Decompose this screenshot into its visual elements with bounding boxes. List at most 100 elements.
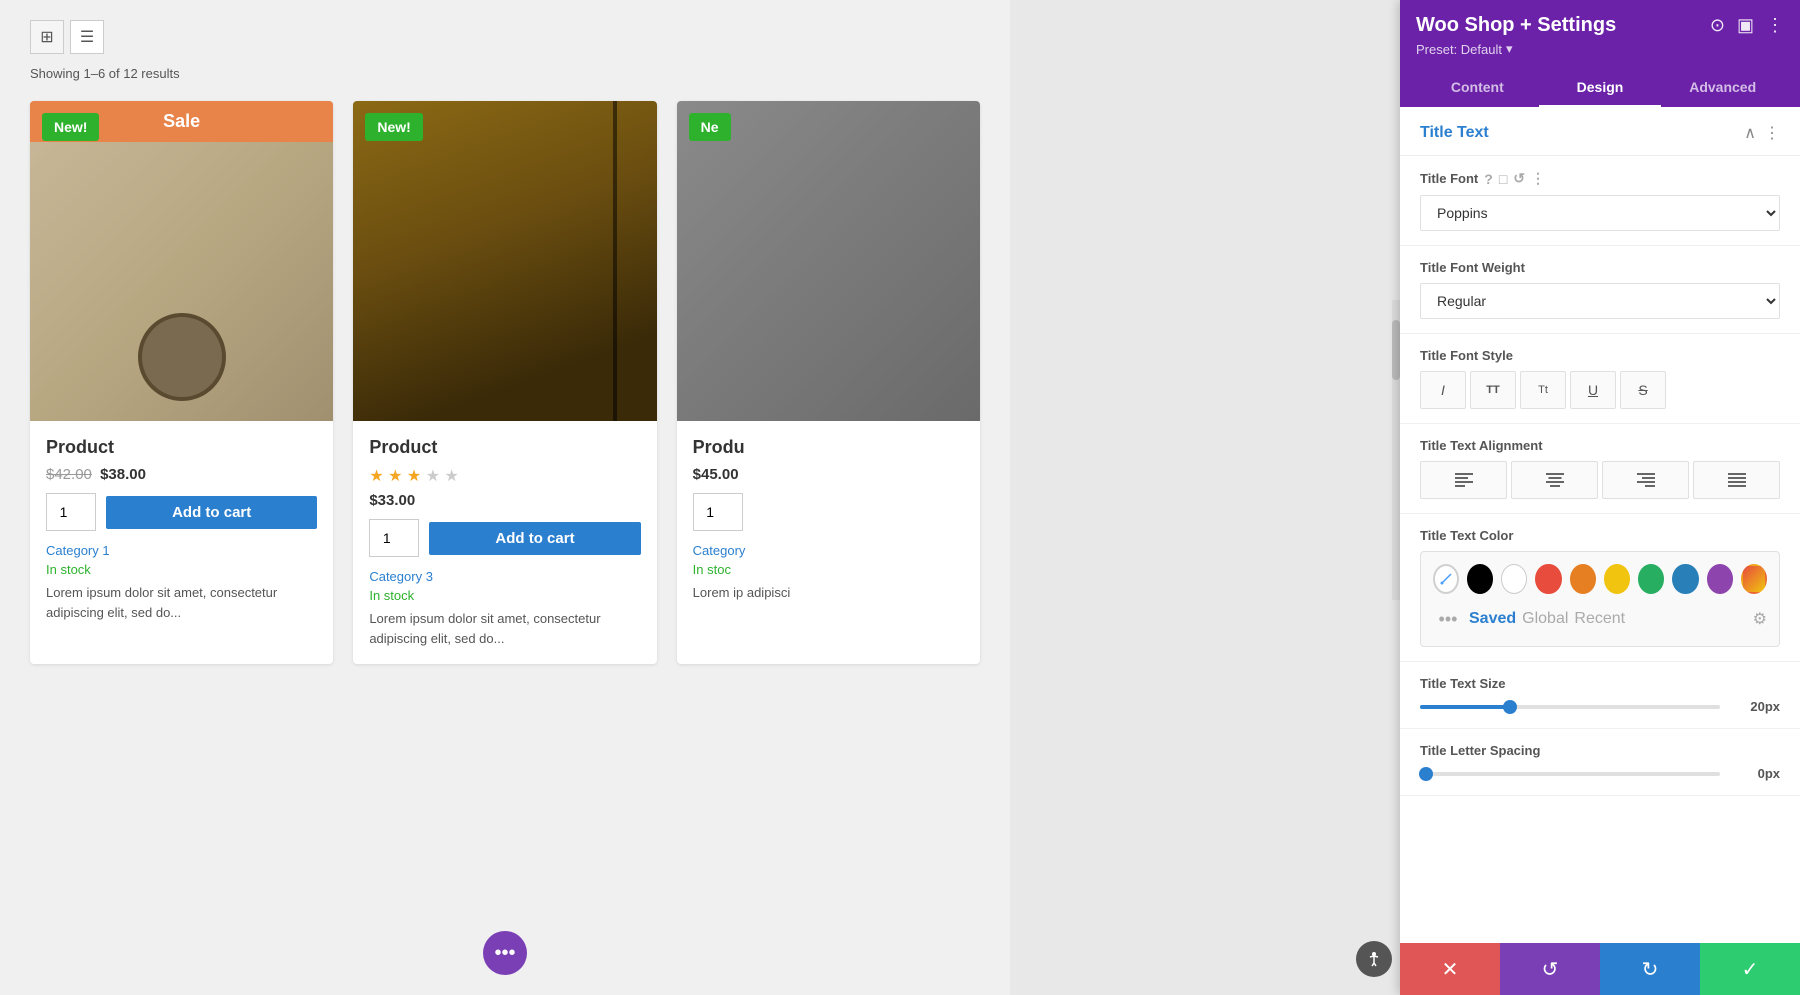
align-left-button[interactable] — [1420, 461, 1507, 499]
cancel-button[interactable]: ✕ — [1400, 943, 1500, 995]
panel-header-top: Woo Shop + Settings ⊙ ▣ ⋮ — [1416, 14, 1784, 37]
preset-chevron-icon: ▾ — [1506, 41, 1513, 57]
redo-button[interactable]: ↻ — [1600, 943, 1700, 995]
product-category[interactable]: Category 1 — [46, 543, 317, 558]
title-font-select[interactable]: Poppins — [1420, 195, 1780, 231]
title-text-color-label: Title Text Color — [1420, 528, 1780, 543]
color-settings-icon[interactable]: ⚙ — [1753, 609, 1767, 629]
undo-button[interactable]: ↺ — [1500, 943, 1600, 995]
title-text-alignment-row: Title Text Alignment — [1400, 424, 1800, 514]
title-font-style-row: Title Font Style I TT Tt U S — [1400, 334, 1800, 424]
product-stock: In stock — [46, 562, 317, 577]
align-center-button[interactable] — [1511, 461, 1598, 499]
slider-thumb[interactable] — [1419, 767, 1433, 781]
cancel-icon: ✕ — [1442, 957, 1459, 982]
floating-dots-button[interactable]: ••• — [483, 931, 527, 975]
align-justify-button[interactable] — [1693, 461, 1780, 499]
color-swatches — [1433, 564, 1767, 594]
settings-cog-icon[interactable]: ⊙ — [1710, 15, 1725, 36]
title-text-size-row: Title Text Size 20px — [1400, 662, 1800, 729]
text-size-slider-track[interactable] — [1420, 705, 1720, 709]
color-swatch-white[interactable] — [1501, 564, 1527, 594]
star-1: ★ — [369, 468, 383, 485]
product-stock: In stoc — [693, 562, 964, 577]
color-swatch-purple[interactable] — [1707, 564, 1733, 594]
capitalize-button[interactable]: Tt — [1520, 371, 1566, 409]
list-view-button[interactable]: ☰ — [70, 20, 104, 54]
reset-icon[interactable]: □ — [1499, 171, 1507, 187]
title-text-alignment-label: Title Text Alignment — [1420, 438, 1780, 453]
product-image-wrap: Ne — [677, 101, 980, 421]
product-image: Ne — [677, 101, 980, 421]
tab-design[interactable]: Design — [1539, 69, 1662, 107]
product-category[interactable]: Category 3 — [369, 569, 640, 584]
quantity-input[interactable] — [369, 519, 419, 557]
title-font-label: Title Font ? □ ↺ ⋮ — [1420, 170, 1780, 187]
product-card: Ne Produ $45.00 Category In stoc Lorem i… — [677, 101, 980, 664]
underline-button[interactable]: U — [1570, 371, 1616, 409]
quantity-input[interactable] — [693, 493, 743, 531]
panel-preset[interactable]: Preset: Default ▾ — [1416, 41, 1784, 57]
main-content: ⊞ ☰ Showing 1–6 of 12 results Sale New! — [0, 0, 1010, 995]
color-tab-saved[interactable]: Saved — [1469, 610, 1516, 628]
title-font-style-label: Title Font Style — [1420, 348, 1780, 363]
add-to-cart-button[interactable]: Add to cart — [429, 522, 640, 555]
letter-spacing-slider-control: 0px — [1420, 766, 1780, 781]
corner-accessibility-icon[interactable] — [1356, 941, 1392, 977]
scrollbar-thumb[interactable] — [1392, 320, 1400, 380]
add-to-cart-button[interactable]: Add to cart — [106, 496, 317, 529]
strikethrough-button[interactable]: S — [1620, 371, 1666, 409]
color-swatch-black[interactable] — [1467, 564, 1493, 594]
title-font-weight-select[interactable]: Regular — [1420, 283, 1780, 319]
layout-icon[interactable]: ▣ — [1737, 15, 1754, 36]
color-swatch-blue[interactable] — [1672, 564, 1698, 594]
product-card: New! Product ★ ★ ★ ★ ★ $33.00 Ad — [353, 101, 656, 664]
price-new: $33.00 — [369, 492, 415, 509]
scrollbar[interactable] — [1392, 300, 1400, 600]
product-category[interactable]: Category — [693, 543, 964, 558]
eyedropper-button[interactable] — [1433, 564, 1459, 594]
grid-view-button[interactable]: ⊞ — [30, 20, 64, 54]
add-to-cart-row: Add to cart — [369, 519, 640, 557]
product-description: Lorem ipsum dolor sit amet, consectetur … — [46, 583, 317, 622]
product-description: Lorem ipsum dolor sit amet, consectetur … — [369, 609, 640, 648]
panel-body: Title Text ∧ ⋮ Title Font ? □ ↺ ⋮ Poppin… — [1400, 107, 1800, 943]
more-font-icon[interactable]: ⋮ — [1531, 170, 1545, 187]
align-right-button[interactable] — [1602, 461, 1689, 499]
add-to-cart-row: Add to cart — [46, 493, 317, 531]
panel-title: Woo Shop + Settings — [1416, 14, 1616, 37]
save-button[interactable]: ✓ — [1700, 943, 1800, 995]
product-image-wrap: New! — [353, 101, 656, 421]
add-to-cart-row — [693, 493, 964, 531]
color-swatch-gradient[interactable] — [1741, 564, 1767, 594]
section-collapse-icon[interactable]: ∧ — [1744, 123, 1756, 143]
uppercase-button[interactable]: TT — [1470, 371, 1516, 409]
section-more-icon[interactable]: ⋮ — [1764, 123, 1780, 143]
product-description: Lorem ip adipisci — [693, 583, 964, 603]
help-icon[interactable]: ? — [1484, 171, 1493, 187]
product-image-wrap: Sale New! — [30, 101, 333, 421]
color-tab-recent[interactable]: Recent — [1574, 610, 1625, 628]
panel-header: Woo Shop + Settings ⊙ ▣ ⋮ Preset: Defaul… — [1400, 0, 1800, 107]
section-header: Title Text ∧ ⋮ — [1400, 107, 1800, 156]
product-title: Product — [46, 437, 317, 458]
product-price: $33.00 — [369, 492, 640, 509]
title-text-color-row: Title Text Color — [1400, 514, 1800, 662]
quantity-input[interactable] — [46, 493, 96, 531]
more-colors-button[interactable]: ••• — [1433, 604, 1463, 634]
product-image: Sale New! — [30, 101, 333, 421]
color-tab-global[interactable]: Global — [1522, 610, 1568, 628]
slider-thumb[interactable] — [1503, 700, 1517, 714]
section-icons: ∧ ⋮ — [1744, 123, 1780, 143]
tab-advanced[interactable]: Advanced — [1661, 69, 1784, 107]
color-swatch-red[interactable] — [1535, 564, 1561, 594]
color-swatch-green[interactable] — [1638, 564, 1664, 594]
settings-panel: Woo Shop + Settings ⊙ ▣ ⋮ Preset: Defaul… — [1400, 0, 1800, 995]
more-options-icon[interactable]: ⋮ — [1766, 15, 1784, 36]
tab-content[interactable]: Content — [1416, 69, 1539, 107]
letter-spacing-slider-track[interactable] — [1420, 772, 1720, 776]
color-swatch-yellow[interactable] — [1604, 564, 1630, 594]
color-swatch-orange[interactable] — [1570, 564, 1596, 594]
undo-font-icon[interactable]: ↺ — [1513, 170, 1525, 187]
italic-button[interactable]: I — [1420, 371, 1466, 409]
